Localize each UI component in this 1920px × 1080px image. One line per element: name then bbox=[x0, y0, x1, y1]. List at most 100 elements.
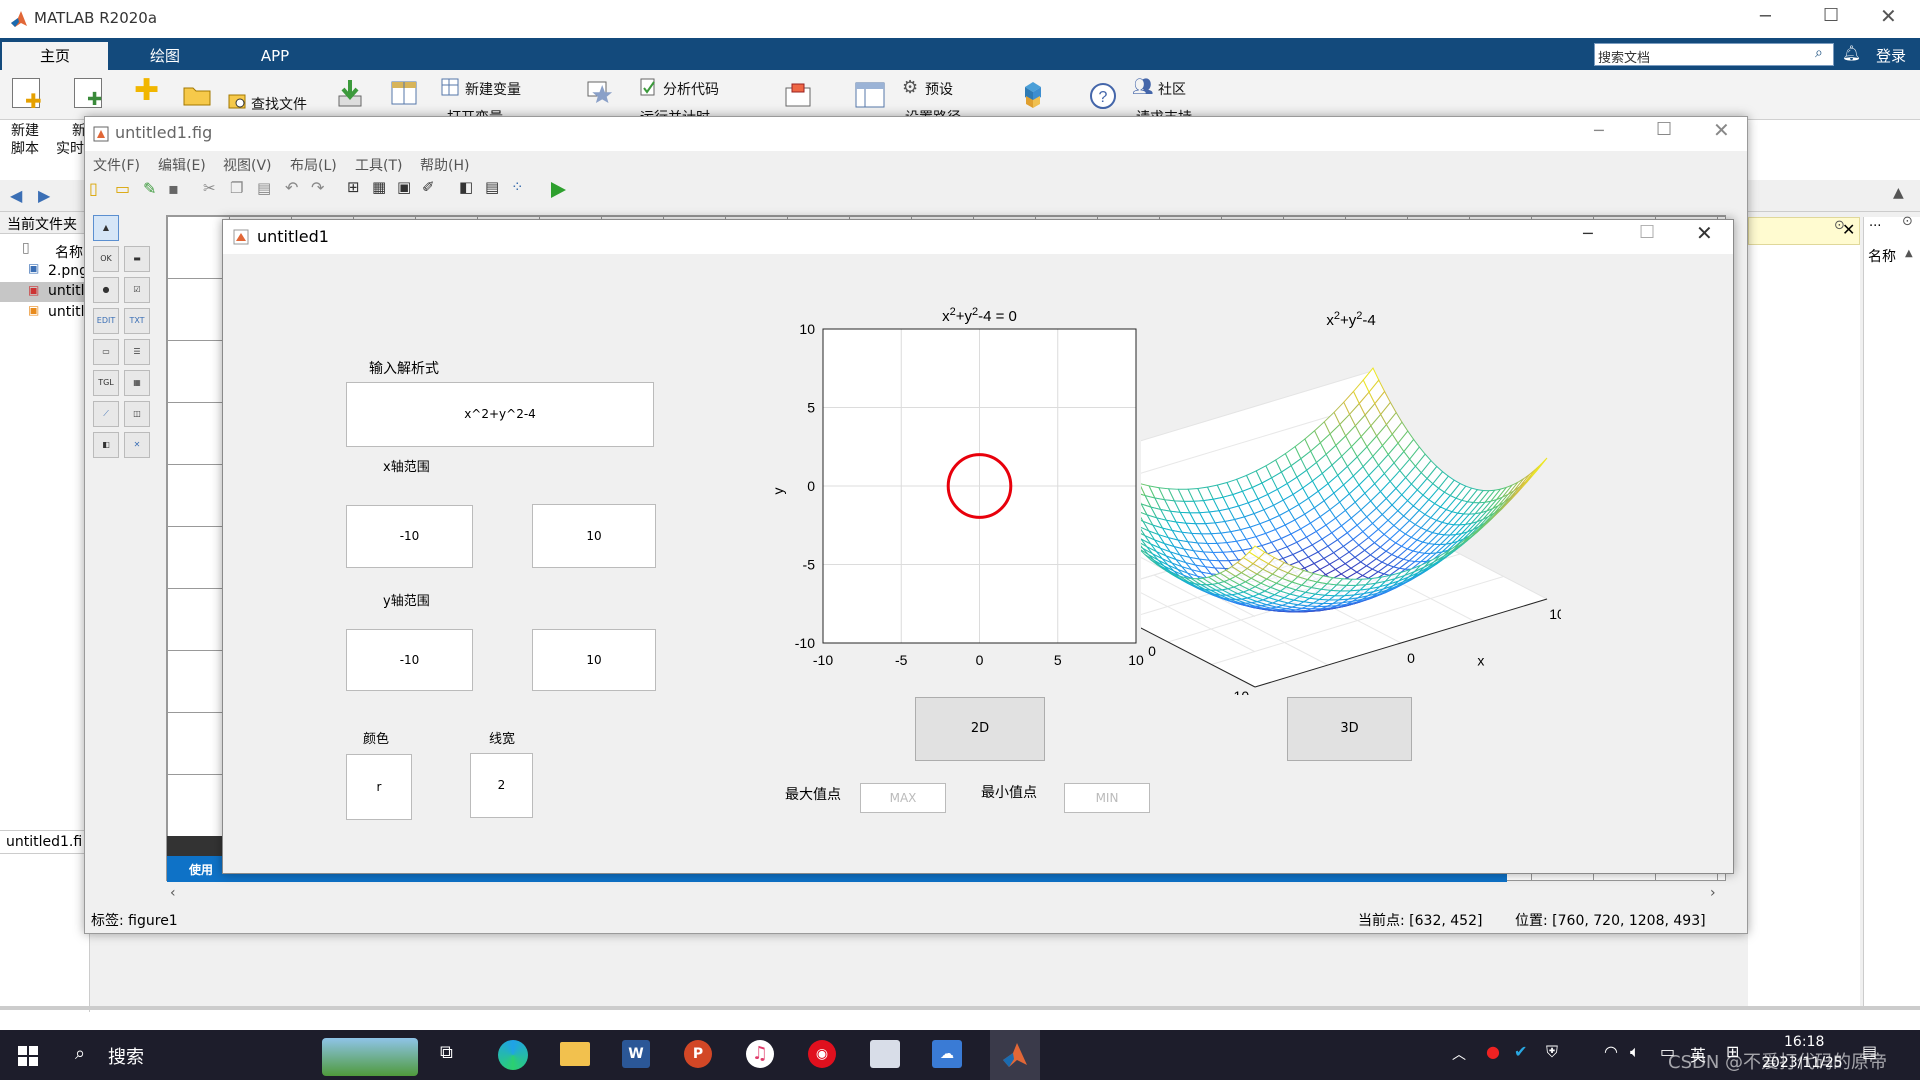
scroll-right-icon[interactable]: › bbox=[1710, 885, 1716, 901]
new-live-script-icon[interactable]: ✚ bbox=[74, 78, 102, 110]
sort-arrow-icon[interactable]: ▲ bbox=[1905, 248, 1913, 259]
listbox-tool-icon[interactable]: ☰ bbox=[124, 339, 150, 365]
layout-icon[interactable] bbox=[855, 82, 885, 108]
find-files-label[interactable]: 查找文件 bbox=[251, 94, 307, 114]
toggle-button-tool-icon[interactable]: TGL bbox=[93, 370, 119, 396]
save-file-icon[interactable]: ✎ bbox=[143, 179, 156, 198]
file-item-selected-row[interactable]: ▣ untitled1 bbox=[0, 282, 111, 302]
collapse-toolstrip-icon[interactable]: ▲ bbox=[1893, 185, 1904, 201]
minimize-button[interactable]: ─ bbox=[1760, 6, 1771, 27]
help-icon[interactable]: ? bbox=[1089, 82, 1117, 110]
menu-file[interactable]: 文件(F) bbox=[93, 155, 140, 175]
figure-close-button[interactable]: ✕ bbox=[1696, 221, 1713, 245]
copy-icon[interactable]: ❐ bbox=[230, 179, 243, 197]
workspace-ellipsis[interactable]: ... bbox=[1869, 215, 1881, 230]
new-live-label-2[interactable]: 实时 bbox=[56, 138, 84, 158]
wifi-icon[interactable]: ◠ bbox=[1604, 1042, 1618, 1061]
menu-view[interactable]: 视图(V) bbox=[223, 155, 272, 175]
notification-bell-icon[interactable]: 🔔︎ bbox=[1842, 44, 1861, 62]
menu-layout[interactable]: 布局(L) bbox=[290, 155, 337, 175]
popup-menu-tool-icon[interactable]: ▭ bbox=[93, 339, 119, 365]
analyze-code-label[interactable]: 分析代码 bbox=[663, 79, 719, 99]
new-script-label-2[interactable]: 脚本 bbox=[11, 138, 39, 158]
cut-icon[interactable]: ✂ bbox=[203, 179, 216, 197]
paste-icon[interactable]: ▤ bbox=[257, 179, 271, 197]
task-view-icon[interactable]: ⧉ bbox=[440, 1042, 453, 1063]
undo-icon[interactable]: ↶ bbox=[285, 178, 298, 197]
new-variable-label[interactable]: 新建变量 bbox=[465, 79, 521, 99]
tablet-app-icon[interactable] bbox=[870, 1040, 900, 1068]
tab-plots[interactable]: 绘图 bbox=[120, 42, 210, 70]
figure-maximize-button[interactable]: ☐ bbox=[1639, 222, 1655, 243]
preferences-label[interactable]: 预设 bbox=[925, 79, 953, 99]
forward-arrow-icon[interactable]: ▶ bbox=[38, 186, 50, 205]
edge-browser-icon[interactable] bbox=[498, 1040, 528, 1070]
find-files-icon[interactable] bbox=[228, 92, 248, 110]
file-item-png[interactable]: 2.png bbox=[48, 263, 88, 279]
word-icon[interactable]: W bbox=[622, 1040, 650, 1068]
static-text-tool-icon[interactable]: TXT bbox=[124, 308, 150, 334]
redo-icon[interactable]: ↷ bbox=[311, 178, 324, 197]
plot-3d-button[interactable]: 3D bbox=[1287, 697, 1412, 761]
itunes-icon[interactable]: ♫ bbox=[746, 1040, 774, 1068]
preferences-gear-icon[interactable]: ⚙ bbox=[902, 77, 918, 98]
tab-home[interactable]: 主页 bbox=[2, 42, 108, 70]
matlab-taskbar-active[interactable] bbox=[990, 1030, 1040, 1080]
workspace-name-header[interactable]: 名称 bbox=[1868, 246, 1896, 266]
maximize-button[interactable]: ☐ bbox=[1823, 5, 1839, 26]
figure-minimize-button[interactable]: ─ bbox=[1583, 224, 1593, 243]
object-browser-icon[interactable]: ⁘ bbox=[511, 178, 524, 196]
open-variable-label[interactable]: 打开变量 bbox=[447, 107, 503, 116]
edit-text-tool-icon[interactable]: EDIT bbox=[93, 308, 119, 334]
favorites-icon[interactable] bbox=[586, 80, 616, 108]
workspace-icon[interactable] bbox=[390, 80, 418, 106]
plot-2d-button[interactable]: 2D bbox=[915, 697, 1045, 761]
tray-app-icon[interactable]: ● bbox=[1486, 1042, 1500, 1061]
taskbar-search-icon[interactable]: ⌕ bbox=[75, 1043, 85, 1064]
tab-order-icon[interactable]: ▣ bbox=[397, 178, 411, 196]
open-folder-icon[interactable] bbox=[183, 84, 211, 106]
tab-apps[interactable]: APP bbox=[230, 42, 320, 70]
activex-tool-icon[interactable]: ✕ bbox=[124, 432, 150, 458]
community-icon[interactable]: 👥︎ bbox=[1132, 77, 1154, 97]
tray-check-icon[interactable]: ✔ bbox=[1514, 1042, 1527, 1061]
run-figure-icon[interactable] bbox=[549, 181, 567, 199]
volume-icon[interactable]: 🔈︎ bbox=[1630, 1042, 1640, 1062]
panel-tool-icon[interactable]: ◫ bbox=[124, 401, 150, 427]
menu-tools[interactable]: 工具(T) bbox=[355, 155, 402, 175]
scroll-left-icon[interactable]: ‹ bbox=[170, 885, 176, 901]
netease-music-icon[interactable]: ◉ bbox=[808, 1040, 836, 1068]
back-arrow-icon[interactable]: ◀ bbox=[10, 186, 22, 205]
powerpoint-icon[interactable]: P bbox=[684, 1040, 712, 1068]
select-tool-icon[interactable]: ▲ bbox=[93, 215, 119, 241]
search-docs-field[interactable]: 搜索文档 ⌕ bbox=[1594, 43, 1834, 66]
new-file-icon[interactable]: ▯ bbox=[89, 179, 98, 198]
axes-tool-icon[interactable]: ⟋ bbox=[93, 401, 119, 427]
menu-editor-icon[interactable]: ▦ bbox=[372, 178, 386, 196]
button-group-tool-icon[interactable]: ◧ bbox=[93, 432, 119, 458]
windows-start-icon[interactable] bbox=[18, 1046, 38, 1066]
run-and-time-label[interactable]: 运行并计时 bbox=[640, 107, 710, 116]
max-point-field[interactable]: MAX bbox=[860, 783, 946, 813]
min-point-field[interactable]: MIN bbox=[1064, 783, 1150, 813]
checkbox-tool-icon[interactable]: ☑ bbox=[124, 277, 150, 303]
import-data-icon[interactable] bbox=[336, 78, 364, 108]
new-script-label-1[interactable]: 新建 bbox=[11, 120, 39, 140]
close-button[interactable]: ✕ bbox=[1880, 4, 1897, 28]
set-path-label[interactable]: 设置路径 bbox=[905, 107, 961, 116]
open-file-icon[interactable]: ▭ bbox=[115, 179, 130, 198]
disk-icon[interactable]: ▪ bbox=[168, 179, 179, 198]
property-inspector-icon[interactable]: ▤ bbox=[485, 178, 499, 196]
simulink-icon[interactable] bbox=[784, 82, 812, 108]
expr-input[interactable]: x^2+y^2-4 bbox=[346, 382, 654, 447]
new-variable-icon[interactable] bbox=[441, 78, 459, 96]
x-min-input[interactable]: -10 bbox=[346, 505, 473, 568]
guide-maximize-button[interactable]: ☐ bbox=[1656, 119, 1672, 140]
menu-edit[interactable]: 编辑(E) bbox=[158, 155, 206, 175]
login-link[interactable]: 登录 bbox=[1876, 45, 1906, 66]
toolbar-editor-icon[interactable]: ✐ bbox=[422, 178, 435, 196]
guide-minimize-button[interactable]: ─ bbox=[1594, 121, 1604, 140]
radiobutton-tool-icon[interactable]: ● bbox=[93, 277, 119, 303]
y-min-input[interactable]: -10 bbox=[346, 629, 473, 691]
table-tool-icon[interactable]: ▦ bbox=[124, 370, 150, 396]
